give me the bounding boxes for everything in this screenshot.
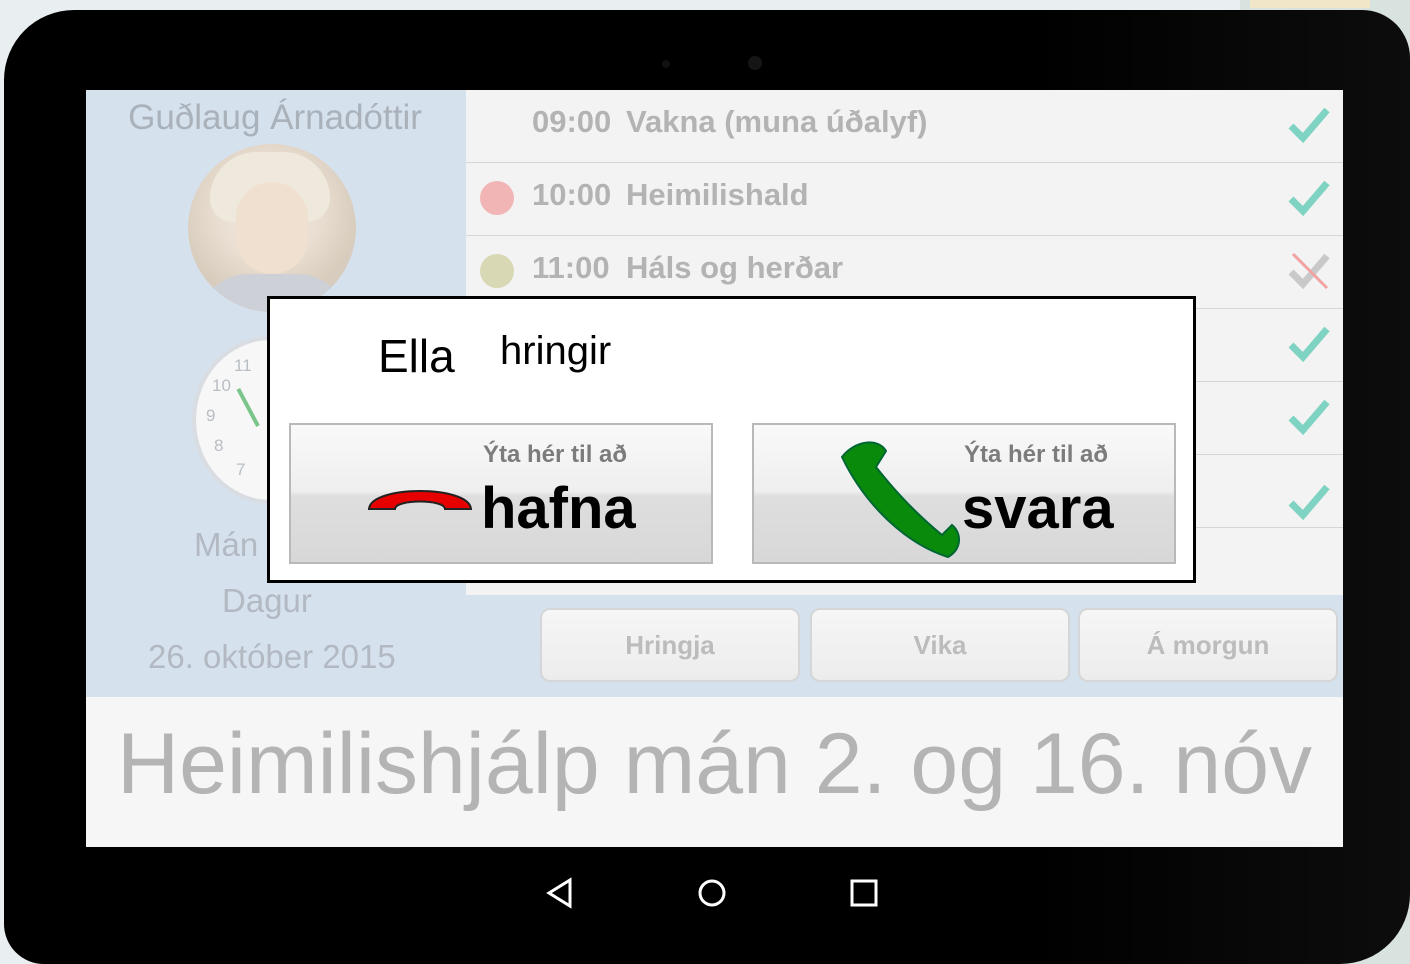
answer-phone-icon <box>840 441 960 559</box>
status-dot <box>480 181 514 215</box>
decline-call-button[interactable]: Ýta hér til að hafna <box>289 423 713 564</box>
incoming-call-dialog: Ella hringir Ýta hér til að hafna Ýta hé… <box>267 296 1196 583</box>
background-note <box>1250 0 1370 8</box>
system-nav-bar <box>4 848 1410 938</box>
item-task: Vakna (muna úðalyf) <box>626 104 928 139</box>
caller-action: hringir <box>500 329 612 373</box>
crossed-checkmark-icon <box>1288 252 1330 290</box>
clock-hand <box>236 387 260 427</box>
item-task: Háls og herðar <box>626 250 844 285</box>
item-time: 09:00 <box>532 104 612 139</box>
back-triangle-icon[interactable] <box>530 868 590 918</box>
decline-hint: Ýta hér til að <box>483 441 628 468</box>
checkmark-icon <box>1288 399 1330 436</box>
checkmark-icon <box>1288 107 1330 144</box>
avatar <box>188 144 356 312</box>
weekday-label: Mán <box>194 526 259 563</box>
profile-name: Guðlaug Árnadóttir <box>128 98 422 137</box>
caller-name: Ella <box>378 330 455 382</box>
answer-label: svara <box>962 476 1114 541</box>
checkmark-icon <box>1288 326 1330 363</box>
answer-call-button[interactable]: Ýta hér til að svara <box>752 423 1176 564</box>
schedule-item[interactable]: 10:00 Heimilishald <box>466 163 1343 236</box>
message-banner: Heimilishjálp mán 2. og 16. nóv <box>86 697 1343 847</box>
schedule-item[interactable]: 09:00 Vakna (muna úðalyf) <box>466 90 1343 163</box>
action-bar: Hringja Vika Á morgun <box>466 595 1343 697</box>
tomorrow-button[interactable]: Á morgun <box>1078 608 1338 682</box>
week-button[interactable]: Vika <box>810 608 1070 682</box>
home-circle-icon[interactable] <box>682 868 742 918</box>
recents-square-icon[interactable] <box>834 868 894 918</box>
checkmark-icon <box>1288 484 1330 521</box>
call-button[interactable]: Hringja <box>540 608 800 682</box>
banner-text: Heimilishjálp mán 2. og 16. nóv <box>116 716 1313 812</box>
status-dot <box>480 254 514 288</box>
answer-hint: Ýta hér til að <box>964 441 1109 468</box>
item-task: Heimilishald <box>626 177 809 212</box>
hang-up-phone-icon <box>367 490 473 510</box>
checkmark-icon <box>1288 180 1330 217</box>
item-time: 10:00 <box>532 177 612 212</box>
decline-label: hafna <box>481 476 636 541</box>
period-label: Dagur <box>222 582 312 619</box>
date-label: 26. október 2015 <box>148 638 396 675</box>
front-camera-icon <box>748 56 762 70</box>
item-time: 11:00 <box>532 250 610 285</box>
sensor-icon <box>662 60 670 68</box>
